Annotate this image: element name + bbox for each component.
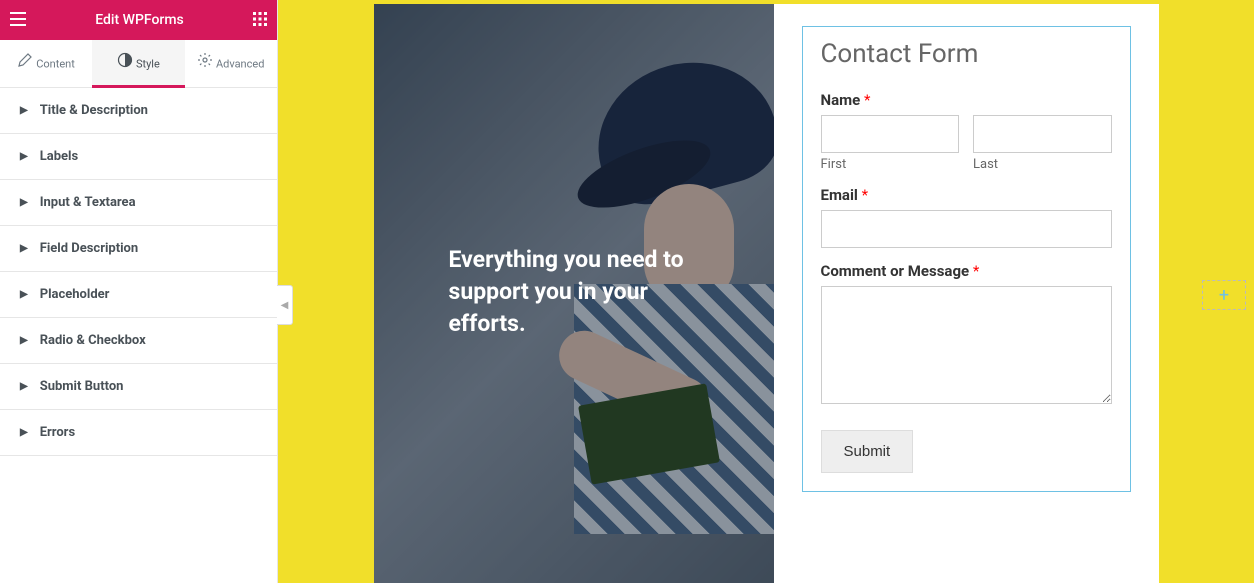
add-section-right[interactable]: + [1202, 280, 1246, 310]
required-mark: * [864, 91, 870, 109]
form-title: Contact Form [821, 39, 1112, 69]
tab-label: Style [136, 57, 160, 70]
page-content: Everything you need to support you in yo… [374, 4, 1159, 583]
tab-content[interactable]: Content [0, 40, 92, 87]
tab-advanced[interactable]: Advanced [185, 40, 277, 87]
hero-column[interactable]: Everything you need to support you in yo… [374, 4, 774, 583]
section-label: Input & Textarea [40, 195, 136, 210]
message-label: Comment or Message * [821, 262, 1112, 280]
hero-heading: Everything you need to support you in yo… [374, 244, 774, 341]
editor-canvas: + Everything you need to support you in … [278, 0, 1254, 583]
editor-sidebar: Edit WPForms Content Style [0, 0, 278, 583]
sidebar-collapse-handle[interactable]: ◀ [277, 285, 293, 325]
section-label: Field Description [40, 241, 138, 256]
pencil-icon [17, 52, 33, 73]
section-label: Labels [40, 149, 78, 164]
message-field-group: Comment or Message * [821, 262, 1112, 408]
section-label: Title & Description [40, 103, 148, 118]
required-mark: * [973, 262, 979, 280]
first-sublabel: First [821, 157, 960, 172]
name-field-group: Name * First Last [821, 91, 1112, 172]
section-title-description[interactable]: ▶ Title & Description [0, 88, 277, 134]
section-field-description[interactable]: ▶ Field Description [0, 226, 277, 272]
tab-label: Advanced [216, 57, 264, 70]
sidebar-header: Edit WPForms [0, 0, 277, 40]
style-sections: ▶ Title & Description ▶ Labels ▶ Input &… [0, 88, 277, 583]
contrast-icon [117, 52, 133, 73]
email-label: Email * [821, 186, 1112, 204]
email-field-group: Email * [821, 186, 1112, 248]
last-sublabel: Last [973, 157, 1112, 172]
section-label: Errors [40, 425, 75, 440]
gear-icon [197, 52, 213, 73]
form-column[interactable]: Contact Form Name * First [774, 4, 1159, 583]
last-name-input[interactable] [973, 115, 1112, 153]
chevron-left-icon: ◀ [281, 300, 289, 311]
section-labels[interactable]: ▶ Labels [0, 134, 277, 180]
caret-right-icon: ▶ [20, 197, 28, 208]
section-label: Radio & Checkbox [40, 333, 146, 348]
editor-tabs: Content Style Advanced [0, 40, 277, 88]
first-name-input[interactable] [821, 115, 960, 153]
section-radio-checkbox[interactable]: ▶ Radio & Checkbox [0, 318, 277, 364]
contact-form-widget: Contact Form Name * First [802, 26, 1131, 492]
section-errors[interactable]: ▶ Errors [0, 410, 277, 456]
submit-button[interactable]: Submit [821, 430, 914, 473]
caret-right-icon: ▶ [20, 105, 28, 116]
section-label: Placeholder [40, 287, 110, 302]
section-submit-button[interactable]: ▶ Submit Button [0, 364, 277, 410]
email-input[interactable] [821, 210, 1112, 248]
sidebar-title: Edit WPForms [95, 12, 184, 28]
plus-icon: + [1219, 285, 1229, 306]
tab-style[interactable]: Style [92, 40, 184, 87]
caret-right-icon: ▶ [20, 427, 28, 438]
apps-grid-icon[interactable] [253, 11, 267, 30]
section-label: Submit Button [40, 379, 124, 394]
caret-right-icon: ▶ [20, 335, 28, 346]
caret-right-icon: ▶ [20, 381, 28, 392]
caret-right-icon: ▶ [20, 243, 28, 254]
caret-right-icon: ▶ [20, 289, 28, 300]
section-input-textarea[interactable]: ▶ Input & Textarea [0, 180, 277, 226]
section-placeholder[interactable]: ▶ Placeholder [0, 272, 277, 318]
menu-icon[interactable] [10, 11, 26, 30]
app-root: Edit WPForms Content Style [0, 0, 1254, 583]
tab-label: Content [36, 57, 75, 70]
name-label: Name * [821, 91, 1112, 109]
message-textarea[interactable] [821, 286, 1112, 404]
caret-right-icon: ▶ [20, 151, 28, 162]
required-mark: * [862, 186, 868, 204]
